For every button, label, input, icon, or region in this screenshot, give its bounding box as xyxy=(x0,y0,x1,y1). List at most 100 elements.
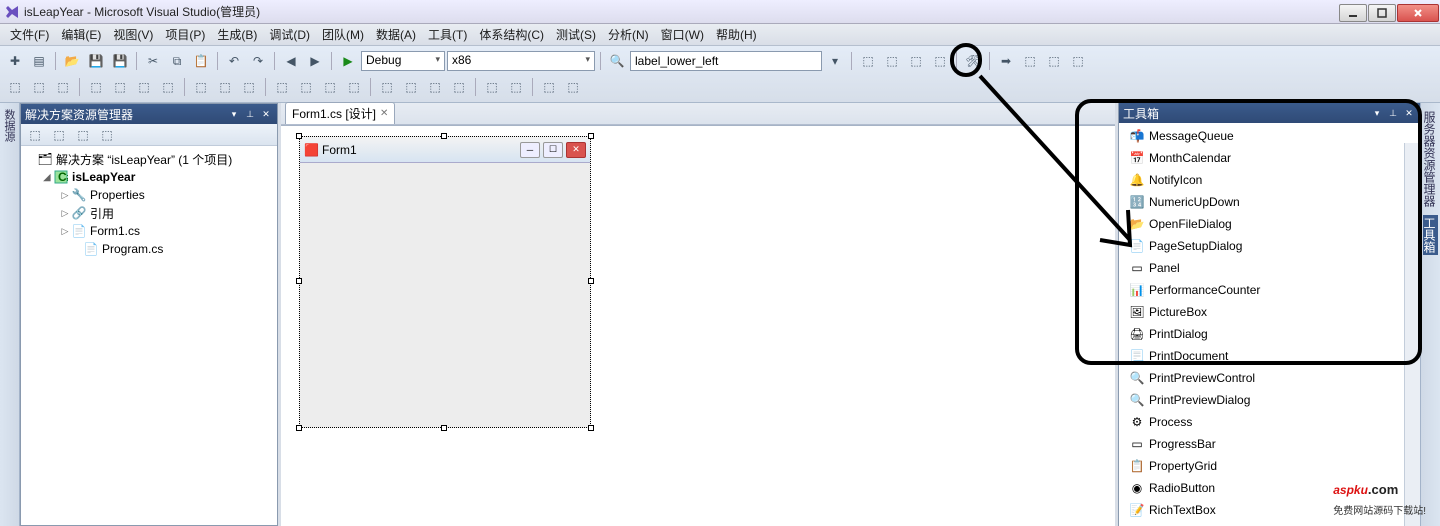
layout-icon-4[interactable]: ⬚ xyxy=(157,76,179,98)
toolbox-header[interactable]: 工具箱 ▾ ⊥ ✕ xyxy=(1119,103,1420,123)
tb-icon-5[interactable]: ➡ xyxy=(995,50,1017,72)
toolbox-item-monthcalendar[interactable]: 📅MonthCalendar xyxy=(1119,147,1420,169)
layout-icon-3[interactable]: ⬚ xyxy=(133,76,155,98)
toolbox-item-printpreviewdialog[interactable]: 🔍PrintPreviewDialog xyxy=(1119,389,1420,411)
layout-icon-19[interactable]: ⬚ xyxy=(562,76,584,98)
toolbox-item-printpreviewcontrol[interactable]: 🔍PrintPreviewControl xyxy=(1119,367,1420,389)
layout-icon-17[interactable]: ⬚ xyxy=(505,76,527,98)
panel-close-icon[interactable]: ✕ xyxy=(1402,106,1416,120)
tree-program[interactable]: 📄 Program.cs xyxy=(23,240,275,258)
toolbox-item-panel[interactable]: ▭Panel xyxy=(1119,257,1420,279)
se-tb-icon-2[interactable]: ⬚ xyxy=(48,124,70,146)
close-tab-icon[interactable]: ✕ xyxy=(380,108,388,119)
panel-dropdown-icon[interactable]: ▾ xyxy=(1370,106,1384,120)
menu-arch[interactable]: 体系结构(C) xyxy=(473,24,550,45)
find-input[interactable] xyxy=(630,51,822,71)
layout-icon-1[interactable]: ⬚ xyxy=(85,76,107,98)
tb-icon-7[interactable]: ⬚ xyxy=(1043,50,1065,72)
layout-icon-8[interactable]: ⬚ xyxy=(271,76,293,98)
resize-handle[interactable] xyxy=(296,425,302,431)
toolbox-item-printdialog[interactable]: 🖨PrintDialog xyxy=(1119,323,1420,345)
tb-icon-2[interactable]: ⬚ xyxy=(881,50,903,72)
menu-view[interactable]: 视图(V) xyxy=(107,24,159,45)
tb-icon-4[interactable]: ⬚ xyxy=(929,50,951,72)
form-max-icon[interactable]: ☐ xyxy=(543,142,563,158)
layout-icon-6[interactable]: ⬚ xyxy=(214,76,236,98)
layout-icon-9[interactable]: ⬚ xyxy=(295,76,317,98)
layout-icon-18[interactable]: ⬚ xyxy=(538,76,560,98)
resize-handle[interactable] xyxy=(588,425,594,431)
toolbox-item-openfiledialog[interactable]: 📂OpenFileDialog xyxy=(1119,213,1420,235)
resize-handle[interactable] xyxy=(441,425,447,431)
save-all-icon[interactable]: 💾 xyxy=(109,50,131,72)
maximize-button[interactable] xyxy=(1368,4,1396,22)
copy-icon[interactable]: ⧉ xyxy=(166,50,188,72)
toolbox-item-radiobutton[interactable]: ◉RadioButton xyxy=(1119,477,1420,499)
menu-project[interactable]: 项目(P) xyxy=(159,24,211,45)
panel-pin-icon[interactable]: ⊥ xyxy=(1386,106,1400,120)
add-item-icon[interactable]: ▤ xyxy=(28,50,50,72)
toolbox-item-progressbar[interactable]: ▭ProgressBar xyxy=(1119,433,1420,455)
panel-close-icon[interactable]: ✕ xyxy=(259,107,273,121)
dock-tab-toolbox[interactable]: 工具箱 xyxy=(1423,215,1438,255)
layout-icon-10[interactable]: ⬚ xyxy=(319,76,341,98)
tb-icon-3[interactable]: ⬚ xyxy=(905,50,927,72)
toolbox-scrollbar[interactable] xyxy=(1404,143,1420,526)
nav-back-icon[interactable]: ◀ xyxy=(280,50,302,72)
panel-pin-icon[interactable]: ⊥ xyxy=(243,107,257,121)
tree-properties[interactable]: ▷ 🔧 Properties xyxy=(23,186,275,204)
layout-icon-12[interactable]: ⬚ xyxy=(376,76,398,98)
toolbox-item-messagequeue[interactable]: 📬MessageQueue xyxy=(1119,125,1420,147)
form-min-icon[interactable]: ─ xyxy=(520,142,540,158)
panel-dropdown-icon[interactable]: ▾ xyxy=(227,107,241,121)
menu-build[interactable]: 生成(B) xyxy=(211,24,263,45)
toolbox-item-printdocument[interactable]: 📃PrintDocument xyxy=(1119,345,1420,367)
toolbox-item-notifyicon[interactable]: 🔔NotifyIcon xyxy=(1119,169,1420,191)
start-debug-icon[interactable]: ▶ xyxy=(337,50,359,72)
new-project-icon[interactable]: ✚ xyxy=(4,50,26,72)
menu-file[interactable]: 文件(F) xyxy=(4,24,55,45)
toolbox-item-richtextbox[interactable]: 📝RichTextBox xyxy=(1119,499,1420,521)
expand-icon[interactable]: ◢ xyxy=(41,172,53,183)
align-right-icon[interactable]: ⬚ xyxy=(52,76,74,98)
menu-data[interactable]: 数据(A) xyxy=(370,24,422,45)
tree-references[interactable]: ▷ 🔗 引用 xyxy=(23,204,275,222)
menu-help[interactable]: 帮助(H) xyxy=(710,24,763,45)
toolbox-item-picturebox[interactable]: 🖼PictureBox xyxy=(1119,301,1420,323)
layout-icon-11[interactable]: ⬚ xyxy=(343,76,365,98)
se-tb-icon-1[interactable]: ⬚ xyxy=(24,124,46,146)
toolbox-launch-icon[interactable]: 🛠 xyxy=(962,50,984,72)
toolbox-item-process[interactable]: ⚙Process xyxy=(1119,411,1420,433)
dock-tab-datasources[interactable]: 数据源 xyxy=(0,103,20,526)
tree-project[interactable]: ◢ C# isLeapYear xyxy=(23,168,275,186)
cut-icon[interactable]: ✂ xyxy=(142,50,164,72)
design-canvas[interactable]: 🟥 Form1 ─ ☐ ✕ xyxy=(281,125,1115,526)
toolbox-item-performancecounter[interactable]: 📊PerformanceCounter xyxy=(1119,279,1420,301)
nav-forward-icon[interactable]: ▶ xyxy=(304,50,326,72)
close-button[interactable] xyxy=(1397,4,1439,22)
toolbox-item-numericupdown[interactable]: 🔢NumericUpDown xyxy=(1119,191,1420,213)
menu-team[interactable]: 团队(M) xyxy=(316,24,370,45)
align-left-icon[interactable]: ⬚ xyxy=(4,76,26,98)
dock-tab-server-explorer[interactable]: 服务器资源管理器 xyxy=(1423,109,1438,209)
menu-analyze[interactable]: 分析(N) xyxy=(602,24,655,45)
minimize-button[interactable] xyxy=(1339,4,1367,22)
menu-window[interactable]: 窗口(W) xyxy=(655,24,710,45)
form-window[interactable]: 🟥 Form1 ─ ☐ ✕ xyxy=(299,136,591,428)
tb-icon-1[interactable]: ⬚ xyxy=(857,50,879,72)
layout-icon-15[interactable]: ⬚ xyxy=(448,76,470,98)
tb-icon-8[interactable]: ⬚ xyxy=(1067,50,1089,72)
resize-handle[interactable] xyxy=(441,133,447,139)
resize-handle[interactable] xyxy=(588,133,594,139)
align-center-icon[interactable]: ⬚ xyxy=(28,76,50,98)
se-tb-icon-4[interactable]: ⬚ xyxy=(96,124,118,146)
layout-icon-16[interactable]: ⬚ xyxy=(481,76,503,98)
layout-icon-14[interactable]: ⬚ xyxy=(424,76,446,98)
save-icon[interactable]: 💾 xyxy=(85,50,107,72)
tree-form[interactable]: ▷ 📄 Form1.cs xyxy=(23,222,275,240)
menu-edit[interactable]: 编辑(E) xyxy=(55,24,107,45)
redo-icon[interactable]: ↷ xyxy=(247,50,269,72)
tb-icon-6[interactable]: ⬚ xyxy=(1019,50,1041,72)
layout-icon-7[interactable]: ⬚ xyxy=(238,76,260,98)
config-combo[interactable]: Debug xyxy=(361,51,445,71)
